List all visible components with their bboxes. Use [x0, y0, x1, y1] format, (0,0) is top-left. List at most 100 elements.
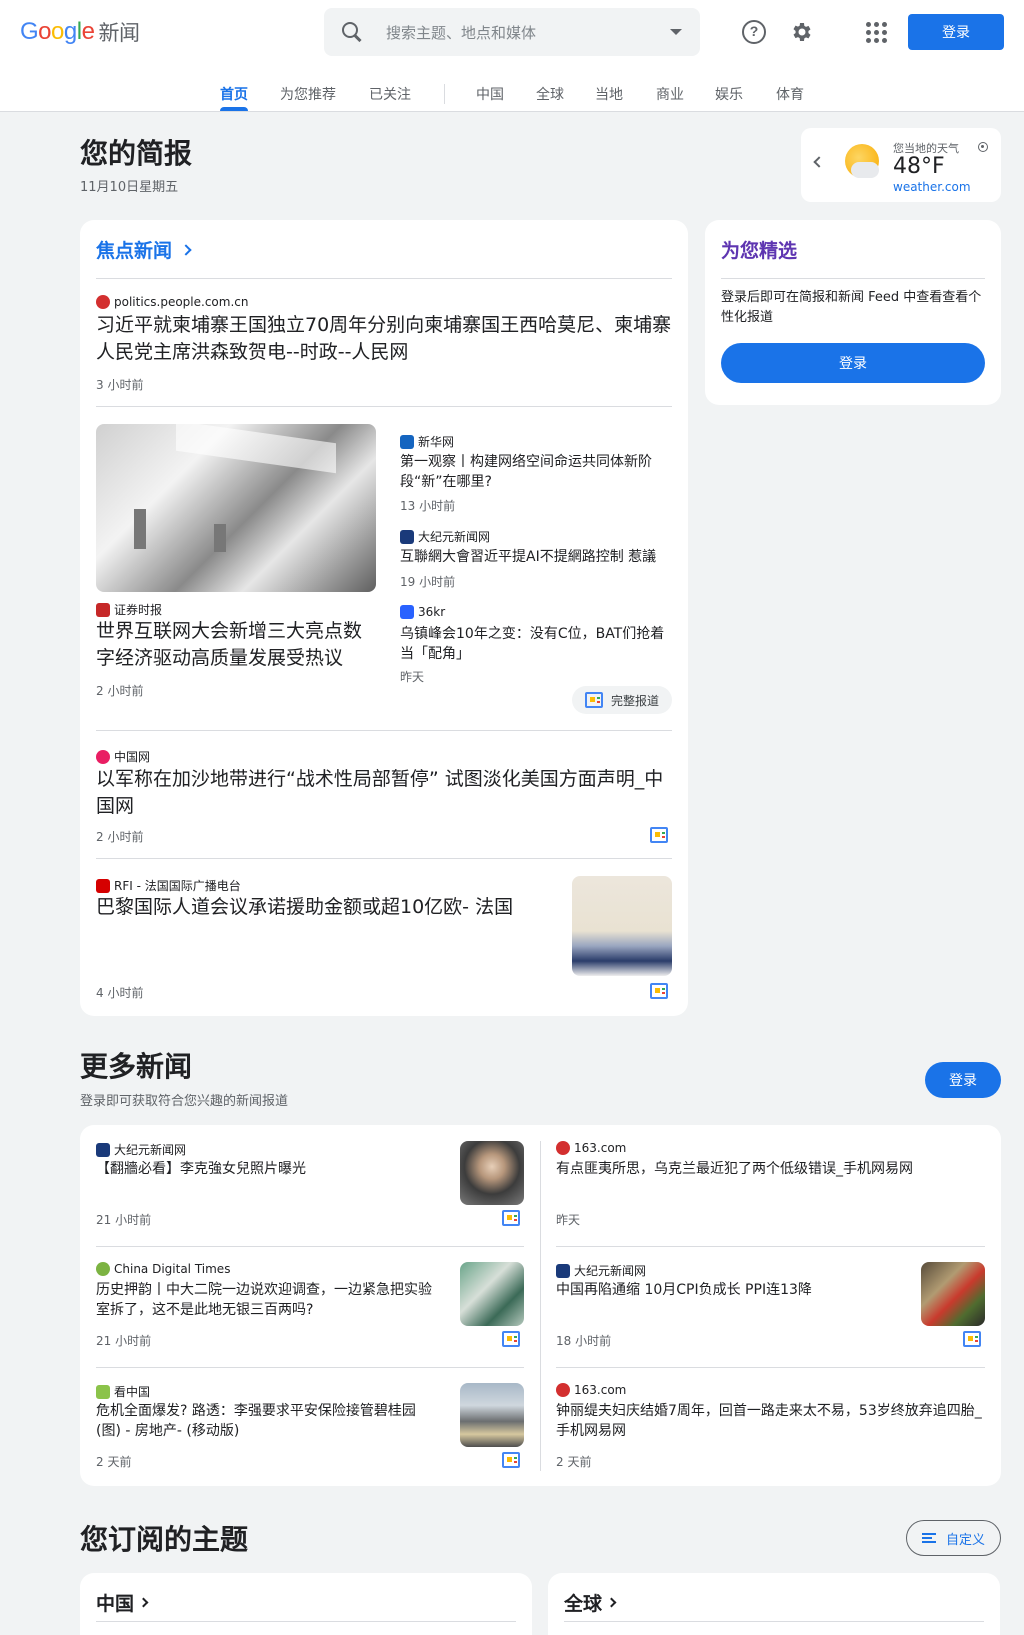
- search-input[interactable]: 搜索主题、地点和媒体: [386, 22, 670, 43]
- story-headline[interactable]: 乌镇峰会10年之变：没有C位，BAT们抢着当「配角」: [400, 624, 672, 665]
- story-headline[interactable]: 有点匪夷所思，乌克兰最近犯了两个低级错误_手机网易网: [556, 1159, 986, 1179]
- story-image[interactable]: [96, 424, 376, 592]
- full-coverage-icon[interactable]: [502, 1331, 520, 1347]
- story-headline[interactable]: 世界互联网大会新增三大亮点数字经济驱动高质量发展受热议: [96, 618, 380, 671]
- story-source[interactable]: 新华网: [400, 433, 454, 450]
- story-headline[interactable]: 习近平就柬埔寨王国独立70周年分别向柬埔寨国王西哈莫尼、柬埔寨人民党主席洪森致贺…: [96, 312, 672, 365]
- divider: [96, 1621, 516, 1622]
- chevron-down-icon[interactable]: [670, 29, 682, 35]
- picks-description: 登录后即可在简报和新闻 Feed 中查看查看个性化报道: [721, 290, 982, 326]
- story-time: 18 小时前: [556, 1334, 612, 1348]
- search-box[interactable]: 搜索主题、地点和媒体: [324, 8, 700, 56]
- logo-letter: o: [51, 18, 64, 45]
- publisher-name: 163.com: [574, 1141, 627, 1155]
- tab-home[interactable]: 首页: [220, 84, 248, 104]
- tab-local[interactable]: 当地: [595, 84, 623, 104]
- picks-login-button[interactable]: 登录: [721, 343, 985, 383]
- login-button[interactable]: 登录: [908, 14, 1004, 50]
- story-headline[interactable]: 历史押韵丨中大二院一边说欢迎调查，一边紧急把实验室拆了，这不是此地无银三百两吗?: [96, 1280, 436, 1321]
- logo-letter: g: [63, 18, 77, 45]
- divider: [96, 858, 672, 859]
- customize-button[interactable]: 自定义: [906, 1520, 1001, 1556]
- tab-entertainment[interactable]: 娱乐: [715, 84, 743, 104]
- apps-icon[interactable]: [864, 20, 888, 44]
- location-icon[interactable]: [978, 142, 988, 152]
- story-headline[interactable]: 互聯網大會習近平提AI不提網路控制 惹議: [400, 547, 672, 567]
- tab-following[interactable]: 已关注: [369, 84, 411, 104]
- publisher-name: 中国网: [114, 750, 151, 764]
- publisher-name: 36kr: [418, 605, 446, 619]
- story-source[interactable]: 中国网: [96, 748, 150, 765]
- column-divider: [540, 1141, 541, 1471]
- story-source[interactable]: 大纪元新闻网: [96, 1141, 186, 1158]
- full-coverage-icon: [584, 692, 603, 708]
- topic-link[interactable]: 全球: [564, 1589, 617, 1616]
- help-icon[interactable]: ?: [742, 20, 766, 44]
- story-source[interactable]: 163.com: [556, 1383, 626, 1397]
- story-source[interactable]: China Digital Times: [96, 1262, 230, 1276]
- tune-icon: [921, 1533, 936, 1543]
- story-headline[interactable]: 中国再陷通缩 10月CPI负成长 PPI连13降: [556, 1280, 896, 1300]
- story-source[interactable]: 大纪元新闻网: [400, 528, 490, 545]
- story-time: 4 小时前: [96, 986, 144, 1000]
- chevron-left-icon[interactable]: [813, 156, 825, 168]
- story-headline[interactable]: 钟丽缇夫妇庆结婚7周年，回首一路走来太不易，53岁终放弃追四胎_手机网易网: [556, 1401, 986, 1442]
- divider: [96, 1246, 524, 1247]
- full-coverage-icon[interactable]: [650, 827, 668, 843]
- topic-label: 全球: [564, 1593, 603, 1615]
- logo-letter: e: [81, 18, 95, 45]
- full-coverage-icon[interactable]: [963, 1331, 981, 1347]
- publisher-favicon-icon: [96, 749, 110, 764]
- story-image[interactable]: [460, 1383, 524, 1447]
- weather-widget[interactable]: 您当地的天气 48°F weather.com: [801, 128, 1001, 202]
- story-source[interactable]: 看中国: [96, 1383, 150, 1400]
- chevron-right-icon: [180, 243, 192, 256]
- chevron-right-icon: [606, 1597, 617, 1608]
- tab-for-you[interactable]: 为您推荐: [280, 84, 336, 104]
- story-time: 2 小时前: [96, 684, 144, 698]
- topic-link[interactable]: 中国: [96, 1589, 149, 1616]
- story-source[interactable]: 大纪元新闻网: [556, 1262, 646, 1279]
- story-image[interactable]: [572, 876, 672, 976]
- more-news-title: 更多新闻: [80, 1050, 193, 1083]
- tab-china[interactable]: 中国: [476, 84, 504, 104]
- story-time: 3 小时前: [96, 378, 144, 392]
- gear-icon[interactable]: [790, 20, 814, 44]
- more-news-login-button[interactable]: 登录: [925, 1062, 1001, 1098]
- weather-source-link[interactable]: weather.com: [893, 180, 971, 194]
- more-news-subtitle: 登录即可获取符合您兴趣的新闻报道: [80, 1094, 289, 1109]
- story-source[interactable]: 36kr: [400, 605, 445, 619]
- full-coverage-icon[interactable]: [650, 983, 668, 999]
- story-headline[interactable]: 第一观察丨构建网络空间命运共同体新阶段“新”在哪里?: [400, 452, 672, 493]
- tab-sports[interactable]: 体育: [776, 84, 804, 104]
- full-coverage-icon[interactable]: [502, 1452, 520, 1468]
- topic-card-world: 全球: [548, 1573, 1000, 1635]
- publisher-favicon-icon: [556, 1263, 570, 1278]
- weather-temperature: 48°F: [893, 154, 945, 179]
- story-image[interactable]: [460, 1141, 524, 1205]
- story-image[interactable]: [921, 1262, 985, 1326]
- story-source[interactable]: 证券时报: [96, 601, 162, 618]
- story-source[interactable]: politics.people.com.cn: [96, 295, 248, 309]
- story-source[interactable]: RFI - 法国国际广播电台: [96, 877, 241, 894]
- publisher-favicon-icon: [96, 602, 110, 617]
- story-headline[interactable]: 以军称在加沙地带进行“战术性局部暂停” 试图淡化美国方面声明_中国网: [96, 766, 672, 819]
- more-news-card: 大纪元新闻网 【翻牆必看】李克強女兒照片曝光 21 小时前 China Digi…: [80, 1125, 1001, 1486]
- tab-world[interactable]: 全球: [536, 84, 564, 104]
- story-headline[interactable]: 【翻牆必看】李克強女兒照片曝光: [96, 1159, 436, 1179]
- google-news-logo[interactable]: G o o g l e 新闻: [20, 17, 140, 47]
- publisher-name: 新华网: [418, 435, 455, 449]
- story-source[interactable]: 163.com: [556, 1141, 626, 1155]
- divider: [721, 278, 985, 279]
- full-coverage-button[interactable]: 完整报道: [572, 686, 672, 714]
- divider: [96, 278, 672, 279]
- story-headline[interactable]: 危机全面爆发? 路透：李强要求平安保险接管碧桂园(图) - 房地产- (移动版): [96, 1401, 436, 1442]
- search-icon[interactable]: [340, 20, 364, 44]
- story-image[interactable]: [460, 1262, 524, 1326]
- full-coverage-icon[interactable]: [502, 1210, 520, 1226]
- publisher-name: 看中国: [114, 1385, 151, 1399]
- tab-business[interactable]: 商业: [656, 84, 684, 104]
- story-headline[interactable]: 巴黎国际人道会议承诺援助金额或超10亿欧- 法国: [96, 894, 536, 921]
- publisher-name: 大纪元新闻网: [574, 1264, 647, 1278]
- top-stories-link[interactable]: 焦点新闻: [96, 236, 192, 263]
